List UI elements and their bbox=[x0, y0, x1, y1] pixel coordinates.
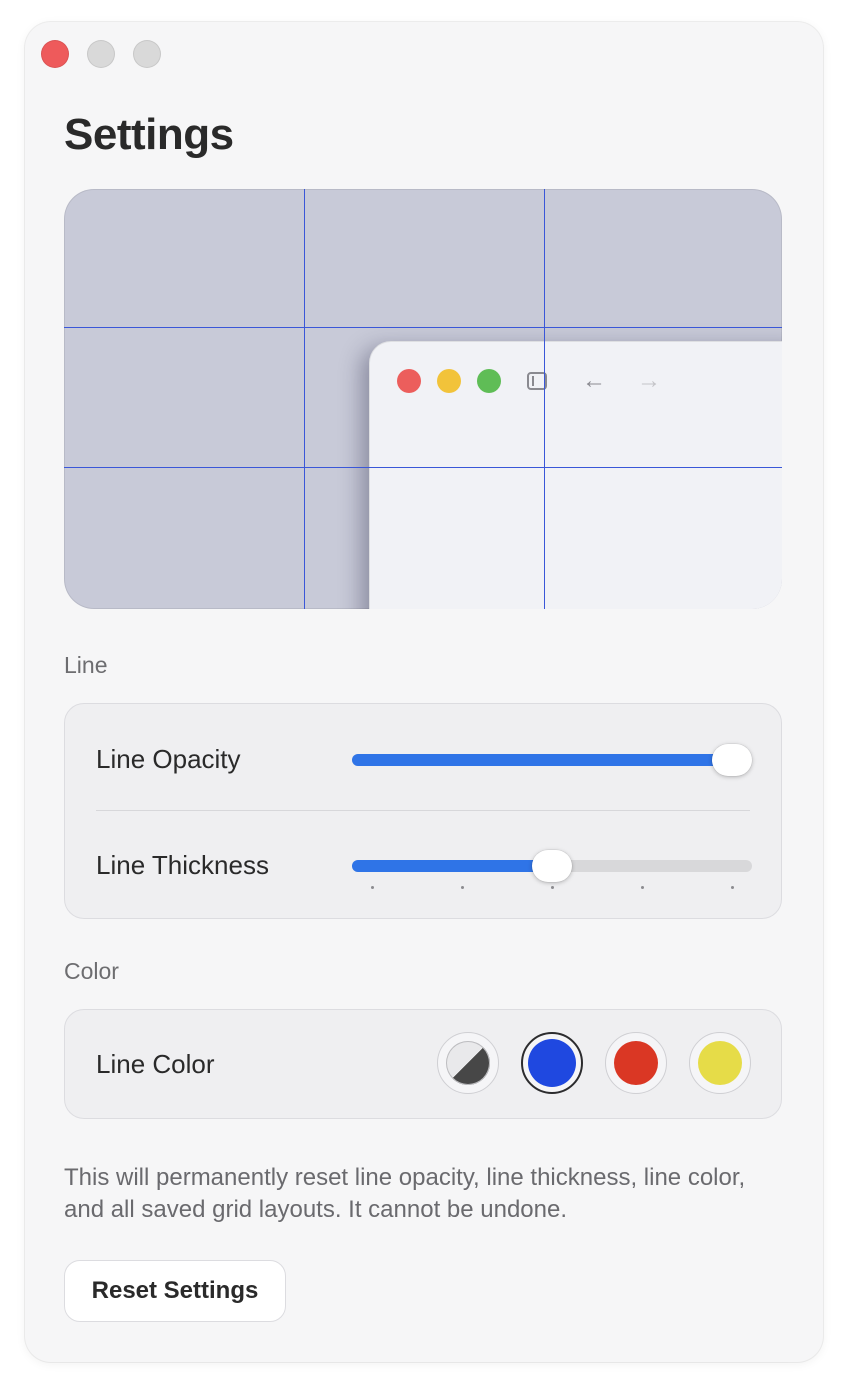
line-opacity-knob[interactable] bbox=[712, 744, 752, 776]
grid-preview: ← → bbox=[64, 189, 782, 609]
minimize-button[interactable] bbox=[87, 40, 115, 68]
settings-window: Settings ← → Line Line Opacity Line Thic… bbox=[25, 22, 823, 1362]
color-settings-card: Line Color bbox=[64, 1009, 782, 1119]
grid-line-horizontal bbox=[64, 467, 782, 468]
close-button[interactable] bbox=[41, 40, 69, 68]
grid-line-vertical bbox=[544, 189, 545, 609]
row-divider bbox=[96, 810, 750, 811]
red-color-dot bbox=[614, 1041, 658, 1085]
line-thickness-knob[interactable] bbox=[532, 850, 572, 882]
color-swatch-yellow[interactable] bbox=[689, 1032, 751, 1094]
line-thickness-slider[interactable] bbox=[352, 850, 752, 889]
line-opacity-label: Line Opacity bbox=[96, 744, 241, 774]
slider-tick bbox=[731, 886, 734, 889]
slider-tick bbox=[461, 886, 464, 889]
color-swatch-auto[interactable] bbox=[437, 1032, 499, 1094]
reset-settings-button[interactable]: Reset Settings bbox=[64, 1260, 286, 1322]
back-arrow-icon: ← bbox=[582, 367, 606, 394]
page-title: Settings bbox=[64, 110, 234, 159]
preview-close-icon bbox=[397, 369, 421, 393]
window-controls bbox=[41, 40, 161, 68]
forward-arrow-icon: → bbox=[637, 367, 661, 394]
blue-color-dot bbox=[528, 1039, 576, 1087]
line-thickness-label: Line Thickness bbox=[96, 850, 269, 880]
preview-window: ← → bbox=[369, 341, 782, 609]
slider-tick bbox=[371, 886, 374, 889]
zoom-button[interactable] bbox=[133, 40, 161, 68]
slider-tick bbox=[641, 886, 644, 889]
color-swatch-red[interactable] bbox=[605, 1032, 667, 1094]
line-opacity-slider[interactable] bbox=[352, 744, 752, 776]
line-thickness-fill bbox=[352, 860, 552, 872]
preview-minimize-icon bbox=[437, 369, 461, 393]
reset-warning-text: This will permanently reset line opacity… bbox=[64, 1164, 746, 1223]
line-section-label: Line bbox=[64, 652, 108, 678]
line-opacity-fill bbox=[352, 754, 732, 766]
grid-line-vertical bbox=[304, 189, 305, 609]
auto-color-icon bbox=[446, 1041, 490, 1085]
slider-tick bbox=[551, 886, 554, 889]
yellow-color-dot bbox=[698, 1041, 742, 1085]
color-swatch-blue[interactable] bbox=[521, 1032, 583, 1094]
line-settings-card: Line Opacity Line Thickness bbox=[64, 703, 782, 919]
preview-zoom-icon bbox=[477, 369, 501, 393]
line-color-label: Line Color bbox=[96, 1049, 215, 1079]
color-section-label: Color bbox=[64, 958, 119, 984]
grid-line-horizontal bbox=[64, 327, 782, 328]
